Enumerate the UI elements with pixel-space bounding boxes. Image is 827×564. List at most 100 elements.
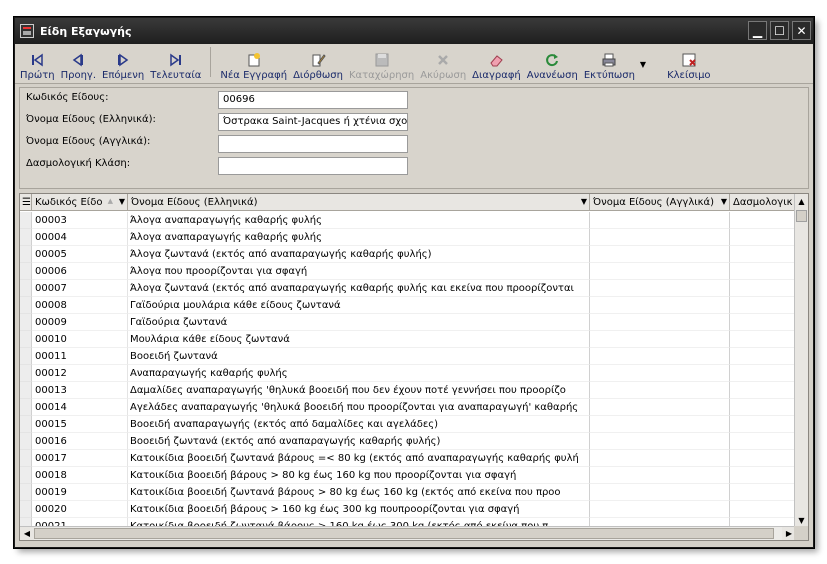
code-input[interactable]: 00696 — [218, 91, 408, 109]
filter-dropdown-icon[interactable]: ▼ — [581, 197, 587, 206]
cell-name-en[interactable] — [590, 212, 730, 229]
table-row[interactable]: 00012 Αναπαραγωγής καθαρής φυλής — [20, 365, 795, 382]
row-selector[interactable] — [20, 450, 32, 467]
cell-tariff[interactable] — [730, 280, 795, 297]
row-selector[interactable] — [20, 382, 32, 399]
cell-name-en[interactable] — [590, 484, 730, 501]
cell-code[interactable]: 00005 — [32, 246, 128, 263]
table-row[interactable]: 00020 Κατοικίδια βοοειδή βάρους > 160 kg … — [20, 501, 795, 518]
row-selector[interactable] — [20, 246, 32, 263]
cancel-button[interactable]: Ακύρωση — [417, 43, 469, 81]
cell-name-en[interactable] — [590, 467, 730, 484]
table-row[interactable]: 00016 Βοοειδή ζωντανά (εκτός από αναπαραγ… — [20, 433, 795, 450]
cell-tariff[interactable] — [730, 263, 795, 280]
cell-name-el[interactable]: Άλογα ζωντανά (εκτός από αναπαραγωγής κα… — [128, 280, 590, 297]
table-row[interactable]: 00015 Βοοειδή αναπαραγωγής (εκτός από δαμ… — [20, 416, 795, 433]
scroll-left-icon[interactable]: ◀ — [20, 527, 34, 540]
last-button[interactable]: Τελευταία — [147, 43, 204, 81]
save-button[interactable]: Καταχώρηση — [346, 43, 417, 81]
row-selector[interactable] — [20, 416, 32, 433]
filter-dropdown-icon[interactable]: ▼ — [119, 197, 125, 206]
column-chooser-icon[interactable]: ☰ — [20, 194, 32, 211]
vertical-scrollbar[interactable]: ▲ ▼ — [794, 194, 808, 527]
row-selector[interactable] — [20, 263, 32, 280]
cell-tariff[interactable] — [730, 382, 795, 399]
row-selector[interactable] — [20, 467, 32, 484]
cell-name-el[interactable]: Γαϊδούρια ζωντανά — [128, 314, 590, 331]
cell-name-el[interactable]: Δαμαλίδες αναπαραγωγής 'θηλυκά βοοειδή π… — [128, 382, 590, 399]
cell-tariff[interactable] — [730, 365, 795, 382]
name-el-input[interactable]: Όστρακα Saint-Jacques ή χτένια σχοιν — [218, 113, 408, 131]
column-header-code[interactable]: Κωδικός Είδο ▲ ▼ — [32, 194, 128, 211]
cell-code[interactable]: 00003 — [32, 212, 128, 229]
cell-name-el[interactable]: Άλογα που προορίζονται για σφαγή — [128, 263, 590, 280]
cell-name-el[interactable]: Άλογα ζωντανά (εκτός από αναπαραγωγής κα… — [128, 246, 590, 263]
cell-tariff[interactable] — [730, 348, 795, 365]
first-button[interactable]: Πρώτη — [17, 43, 58, 81]
cell-name-en[interactable] — [590, 433, 730, 450]
table-row[interactable]: 00013 Δαμαλίδες αναπαραγωγής 'θηλυκά βοοε… — [20, 382, 795, 399]
tariff-input[interactable] — [218, 157, 408, 175]
cell-name-el[interactable]: Γαϊδούρια μουλάρια κάθε είδους ζωντανά — [128, 297, 590, 314]
cell-tariff[interactable] — [730, 484, 795, 501]
row-selector[interactable] — [20, 229, 32, 246]
cell-name-en[interactable] — [590, 297, 730, 314]
column-header-name-en[interactable]: Όνομα Είδους (Αγγλικά) ▼ — [590, 194, 730, 211]
cell-name-el[interactable]: Μουλάρια κάθε είδους ζωντανά — [128, 331, 590, 348]
row-selector[interactable] — [20, 297, 32, 314]
cell-name-en[interactable] — [590, 263, 730, 280]
table-row[interactable]: 00014 Αγελάδες αναπαραγωγής 'θηλυκά βοοει… — [20, 399, 795, 416]
cell-name-en[interactable] — [590, 416, 730, 433]
cell-code[interactable]: 00009 — [32, 314, 128, 331]
row-selector[interactable] — [20, 314, 32, 331]
cell-name-el[interactable]: Κατοικίδια βοοειδή ζωντανά βάρους > 80 k… — [128, 484, 590, 501]
scroll-up-icon[interactable]: ▲ — [795, 194, 808, 208]
row-selector[interactable] — [20, 280, 32, 297]
cell-name-en[interactable] — [590, 501, 730, 518]
cell-tariff[interactable] — [730, 399, 795, 416]
cell-code[interactable]: 00017 — [32, 450, 128, 467]
cell-name-el[interactable]: Άλογα αναπαραγωγής καθαρής φυλής — [128, 229, 590, 246]
cell-name-el[interactable]: Κατοικίδια βοοειδή βάρους > 160 kg έως 3… — [128, 501, 590, 518]
column-header-name-el[interactable]: Όνομα Είδους (Ελληνικά) ▼ — [128, 194, 590, 211]
cell-tariff[interactable] — [730, 246, 795, 263]
refresh-button[interactable]: Ανανέωση — [524, 43, 581, 81]
delete-button[interactable]: Διαγραφή — [469, 43, 524, 81]
cell-code[interactable]: 00011 — [32, 348, 128, 365]
vertical-scroll-thumb[interactable] — [796, 210, 807, 222]
cell-name-el[interactable]: Άλογα αναπαραγωγής καθαρής φυλής — [128, 212, 590, 229]
new-record-button[interactable]: Νέα Εγγραφή — [217, 43, 290, 81]
cell-name-el[interactable]: Βοοειδή αναπαραγωγής (εκτός από δαμαλίδε… — [128, 416, 590, 433]
cell-name-el[interactable]: Βοοειδή ζωντανά — [128, 348, 590, 365]
table-row[interactable]: 00010 Μουλάρια κάθε είδους ζωντανά — [20, 331, 795, 348]
horizontal-scrollbar[interactable]: ◀ ▶ — [20, 526, 796, 540]
filter-dropdown-icon[interactable]: ▼ — [721, 197, 727, 206]
cell-code[interactable]: 00008 — [32, 297, 128, 314]
cell-tariff[interactable] — [730, 229, 795, 246]
column-header-tariff[interactable]: Δασμολογικ — [730, 194, 795, 211]
print-dropdown-icon[interactable]: ▼ — [640, 60, 646, 69]
table-row[interactable]: 00005 Άλογα ζωντανά (εκτός από αναπαραγωγ… — [20, 246, 795, 263]
cell-code[interactable]: 00007 — [32, 280, 128, 297]
cell-name-en[interactable] — [590, 382, 730, 399]
cell-name-en[interactable] — [590, 280, 730, 297]
cell-tariff[interactable] — [730, 212, 795, 229]
cell-tariff[interactable] — [730, 331, 795, 348]
cell-code[interactable]: 00012 — [32, 365, 128, 382]
print-button[interactable]: Εκτύπωση — [581, 43, 638, 81]
horizontal-scroll-thumb[interactable] — [34, 528, 774, 539]
cell-code[interactable]: 00010 — [32, 331, 128, 348]
cell-name-en[interactable] — [590, 450, 730, 467]
row-selector[interactable] — [20, 348, 32, 365]
table-row[interactable]: 00009 Γαϊδούρια ζωντανά — [20, 314, 795, 331]
cell-code[interactable]: 00004 — [32, 229, 128, 246]
table-row[interactable]: 00008 Γαϊδούρια μουλάρια κάθε είδους ζωντ… — [20, 297, 795, 314]
cell-tariff[interactable] — [730, 450, 795, 467]
cell-name-en[interactable] — [590, 331, 730, 348]
horizontal-scroll-track[interactable] — [34, 527, 782, 540]
table-row[interactable]: 00006 Άλογα που προορίζονται για σφαγή — [20, 263, 795, 280]
cell-tariff[interactable] — [730, 433, 795, 450]
row-selector[interactable] — [20, 399, 32, 416]
row-selector[interactable] — [20, 501, 32, 518]
cell-code[interactable]: 00006 — [32, 263, 128, 280]
